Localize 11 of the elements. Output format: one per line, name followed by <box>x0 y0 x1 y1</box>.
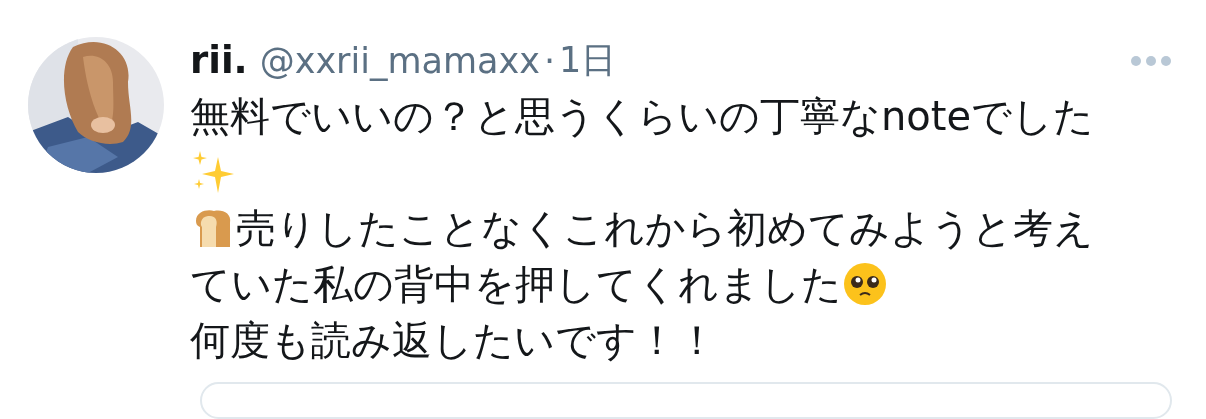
pleading-face-icon <box>842 261 888 307</box>
tweet-text: 売りしたことなくこれから初めてみようと考え <box>236 204 1094 252</box>
tweet-text: ていた私の背中を押してくれました <box>190 260 842 308</box>
post-time[interactable]: 1日 <box>559 37 617 84</box>
quoted-card[interactable] <box>200 382 1172 419</box>
tweet-text: 無料でいいの？と思うくらいの丁寧なnoteでした <box>190 92 1095 140</box>
user-name[interactable]: rii. <box>190 39 248 82</box>
separator-dot: · <box>543 40 556 81</box>
more-icon[interactable] <box>1130 54 1172 67</box>
tweet-text: 何度も読み返したいです！！ <box>190 316 717 364</box>
user-handle[interactable]: @xxrii_mamaxx <box>259 40 540 81</box>
